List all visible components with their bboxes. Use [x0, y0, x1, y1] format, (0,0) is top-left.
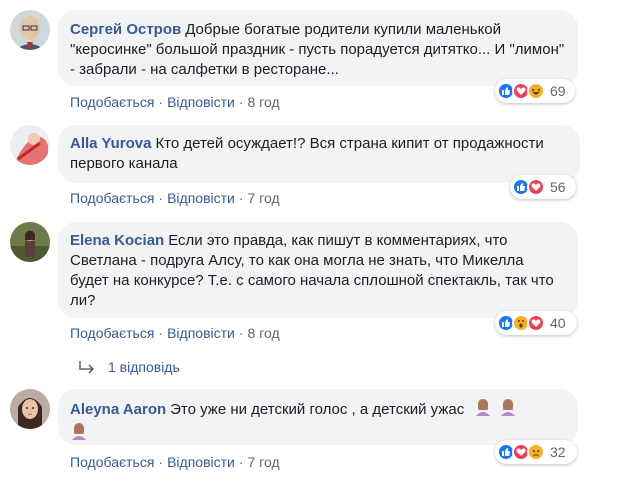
haha-icon: [527, 82, 545, 100]
comment-author[interactable]: Сергей Остров: [70, 21, 181, 38]
comment-author[interactable]: Elena Kocian: [70, 232, 164, 249]
woman-facepalming-icon: [70, 422, 88, 446]
reply-link[interactable]: Відповісти: [167, 325, 235, 341]
comment-bubble: Aleyna Aaron Это уже ни детский голос , а…: [58, 389, 578, 445]
like-link[interactable]: Подобається: [70, 454, 154, 470]
love-icon: [527, 314, 545, 332]
comment-time[interactable]: 8 год: [248, 325, 280, 341]
reply-arrow-icon: [79, 361, 95, 374]
reply-link[interactable]: Відповісти: [167, 190, 235, 206]
reaction-summary[interactable]: 32: [495, 440, 577, 464]
reaction-count: 32: [550, 444, 566, 460]
like-link[interactable]: Подобається: [70, 190, 154, 206]
avatar[interactable]: [10, 125, 50, 165]
like-link[interactable]: Подобається: [70, 325, 154, 341]
reply-link[interactable]: Відповісти: [167, 454, 235, 470]
comment-actions: Подобається · Відповісти · 8 год: [70, 94, 280, 110]
woman-facepalming-icon: [474, 398, 492, 422]
comment-bubble: Elena Kocian Если это правда, как пишут в…: [58, 222, 578, 318]
comment-actions: Подобається · Відповісти · 7 год: [70, 190, 280, 206]
view-replies-link[interactable]: 1 відповідь: [78, 359, 180, 375]
reaction-summary[interactable]: 69: [495, 79, 575, 103]
reaction-count: 40: [550, 315, 566, 331]
comment-author[interactable]: Aleyna Aaron: [70, 401, 166, 418]
reaction-summary[interactable]: 40: [495, 311, 577, 335]
comment-actions: Подобається · Відповісти · 7 год: [70, 454, 280, 470]
reaction-count: 56: [550, 179, 566, 195]
like-link[interactable]: Подобається: [70, 94, 154, 110]
avatar[interactable]: [10, 389, 50, 429]
comment-text: Это уже ни детский голос , а детский ужа…: [170, 400, 465, 418]
comment-author[interactable]: Alla Yurova: [70, 135, 151, 152]
comment-bubble: Сергей Остров Добрые богатые родители куп…: [58, 10, 578, 86]
reaction-summary[interactable]: 56: [510, 175, 576, 199]
comment-actions: Подобається · Відповісти · 8 год: [70, 325, 280, 341]
comment-bubble: Alla Yurova Кто детей осуждает!? Вся стра…: [58, 125, 580, 183]
reaction-count: 69: [550, 83, 566, 99]
reply-link[interactable]: Відповісти: [167, 94, 235, 110]
comment-time[interactable]: 7 год: [248, 190, 280, 206]
comment-time[interactable]: 8 год: [248, 94, 280, 110]
sad-icon: [527, 443, 545, 461]
woman-facepalming-icon: [499, 398, 517, 422]
avatar[interactable]: [10, 10, 50, 50]
replies-label: 1 відповідь: [108, 359, 180, 375]
comment-time[interactable]: 7 год: [248, 454, 280, 470]
avatar[interactable]: [10, 222, 50, 262]
love-icon: [527, 178, 545, 196]
